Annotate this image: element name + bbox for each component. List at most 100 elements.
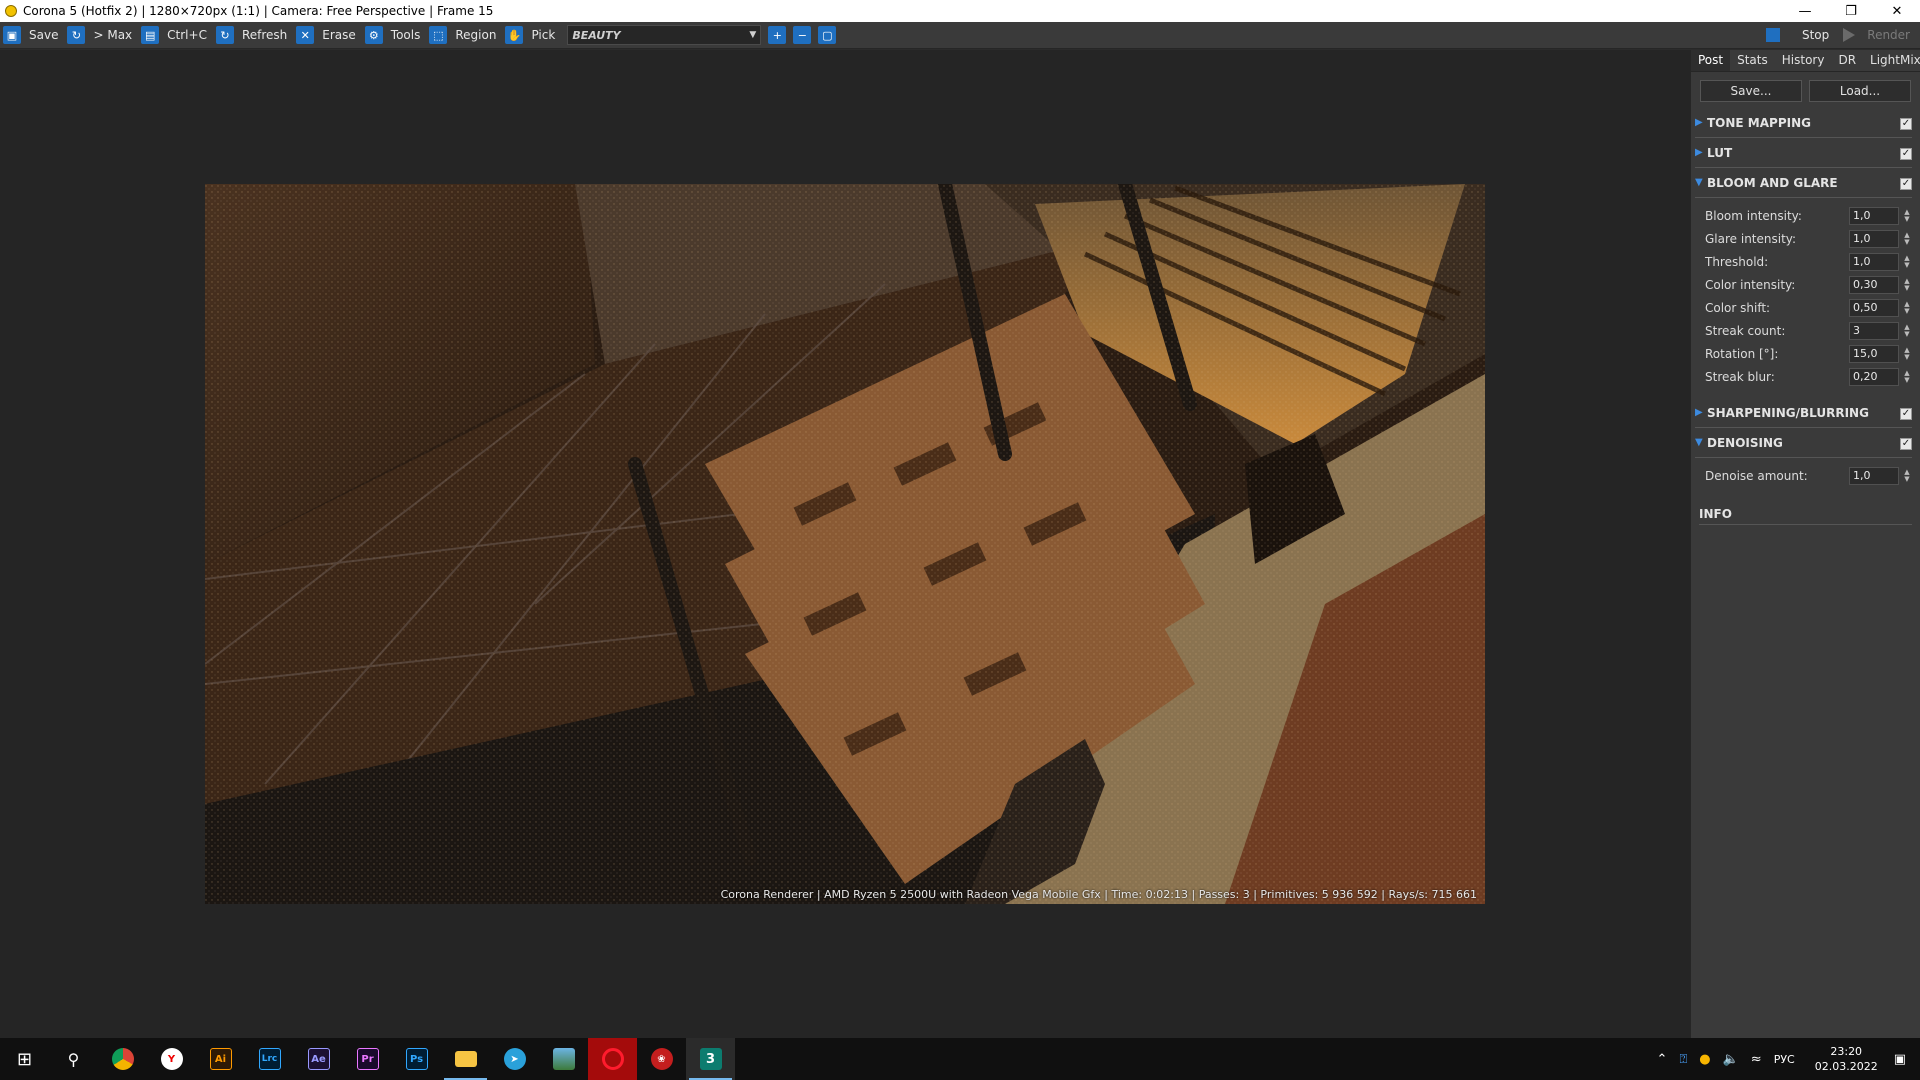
lut-checkbox[interactable]: ✓ xyxy=(1900,148,1912,160)
window-title: Corona 5 (Hotfix 2) | 1280×720px (1:1) |… xyxy=(23,4,494,18)
bloom-intensity-input[interactable]: 1,0 xyxy=(1849,206,1899,225)
rendered-image: Corona Renderer | AMD Ryzen 5 2500U with… xyxy=(205,184,1485,904)
param-threshold: Threshold: 1,0 ▲ ▼ xyxy=(1705,250,1912,273)
erase-button[interactable]: ✕ Erase xyxy=(293,22,362,49)
load-settings-button[interactable]: Load... xyxy=(1809,80,1911,102)
rotation-input[interactable]: 15,0 xyxy=(1849,344,1899,363)
spinner-icon[interactable]: ▲ ▼ xyxy=(1902,300,1912,315)
glare-intensity-input[interactable]: 1,0 xyxy=(1849,229,1899,248)
taskbar-app[interactable]: ❀ xyxy=(637,1038,686,1080)
section-lut[interactable]: ▶ LUT ✓ xyxy=(1695,138,1912,168)
taskbar-photoshop[interactable]: Ps xyxy=(392,1038,441,1080)
wifi-icon[interactable]: ≈ xyxy=(1751,1052,1762,1067)
render-pass-dropdown[interactable]: BEAUTY ▼ xyxy=(567,25,762,45)
taskbar-chrome[interactable] xyxy=(98,1038,147,1080)
pick-button[interactable]: ✋ Pick xyxy=(502,22,561,49)
telegram-icon: ➤ xyxy=(503,1048,526,1070)
yandex-icon: Y xyxy=(160,1048,183,1070)
color-intensity-input[interactable]: 0,30 xyxy=(1849,275,1899,294)
start-button[interactable]: ⊞ xyxy=(0,1038,49,1080)
save-icon: ▣ xyxy=(3,26,21,44)
spinner-icon[interactable]: ▲ ▼ xyxy=(1902,369,1912,384)
erase-icon: ✕ xyxy=(296,26,315,44)
denoising-checkbox[interactable]: ✓ xyxy=(1900,438,1912,450)
color-shift-input[interactable]: 0,50 xyxy=(1849,298,1899,317)
spinner-icon[interactable]: ▲ ▼ xyxy=(1902,254,1912,269)
collapse-arrow-icon: ▼ xyxy=(1695,177,1703,188)
spinner-icon[interactable]: ▲ ▼ xyxy=(1902,468,1912,483)
play-icon xyxy=(1843,28,1856,42)
taskbar-premiere[interactable]: Pr xyxy=(343,1038,392,1080)
taskbar-telegram[interactable]: ➤ xyxy=(490,1038,539,1080)
spinner-icon[interactable]: ▲ ▼ xyxy=(1902,277,1912,292)
stop-button[interactable]: Stop xyxy=(1762,22,1839,49)
restore-icon[interactable]: ❐ xyxy=(1828,0,1874,22)
tab-lightmix[interactable]: LightMix xyxy=(1863,50,1920,71)
clock[interactable]: 23:20 02.03.2022 xyxy=(1815,1044,1878,1074)
collapse-arrow-icon: ▼ xyxy=(1695,437,1703,448)
taskbar-illustrator[interactable]: Ai xyxy=(196,1038,245,1080)
taskbar-file-explorer[interactable] xyxy=(441,1038,490,1080)
spinner-icon[interactable]: ▲ ▼ xyxy=(1902,231,1912,246)
gear-icon: ⚙ xyxy=(364,26,383,44)
system-tray: ⌃ ⍰ ● 🔈 ≈ РУС 23:20 02.03.2022 ▣ xyxy=(1651,1038,1920,1080)
bloom-glare-params: Bloom intensity: 1,0 ▲ ▼ Glare intensity: 1,… xyxy=(1691,198,1920,398)
photoshop-icon: Ps xyxy=(405,1048,428,1070)
param-denoise-amount: Denoise amount: 1,0 ▲ ▼ xyxy=(1705,464,1912,487)
section-denoising[interactable]: ▼ DENOISING ✓ xyxy=(1695,428,1912,458)
tab-history[interactable]: History xyxy=(1775,50,1832,71)
bloom-glare-checkbox[interactable]: ✓ xyxy=(1900,178,1912,190)
zoom-fit-icon[interactable]: ▢ xyxy=(818,26,837,44)
taskbar-yandex[interactable]: Y xyxy=(147,1038,196,1080)
windows-taskbar: ⊞ ⚲ Y Ai Lrc Ae Pr Ps ➤ ❀ 3 ⌃ ⍰ ● 🔈 ≈ РУ… xyxy=(0,1038,1920,1080)
taskbar-photos[interactable] xyxy=(539,1038,588,1080)
spinner-icon[interactable]: ▲ ▼ xyxy=(1902,208,1912,223)
illustrator-icon: Ai xyxy=(209,1048,232,1070)
send-to-max-button[interactable]: ↻ > Max xyxy=(64,22,138,49)
denoise-amount-input[interactable]: 1,0 xyxy=(1849,466,1899,485)
streak-count-input[interactable]: 3 xyxy=(1849,321,1899,340)
spinner-icon[interactable]: ▲ ▼ xyxy=(1902,346,1912,361)
chevron-up-icon[interactable]: ⌃ xyxy=(1657,1052,1668,1067)
photos-icon xyxy=(552,1048,575,1070)
render-button[interactable]: Render xyxy=(1839,22,1920,49)
bluetooth-icon[interactable]: ⍰ xyxy=(1679,1052,1687,1067)
denoising-params: Denoise amount: 1,0 ▲ ▼ xyxy=(1691,458,1920,497)
render-viewport[interactable]: Corona Renderer | AMD Ryzen 5 2500U with… xyxy=(0,50,1690,1038)
save-settings-button[interactable]: Save... xyxy=(1700,80,1802,102)
taskbar-lightroom[interactable]: Lrc xyxy=(245,1038,294,1080)
save-button[interactable]: ▣ Save xyxy=(0,22,64,49)
tab-dr[interactable]: DR xyxy=(1831,50,1863,71)
post-panel: Post Stats History DR LightMix Save... L… xyxy=(1690,50,1920,1038)
threshold-input[interactable]: 1,0 xyxy=(1849,252,1899,271)
app-tray-icon[interactable]: ● xyxy=(1699,1052,1710,1067)
streak-blur-input[interactable]: 0,20 xyxy=(1849,367,1899,386)
copy-button[interactable]: ▤ Ctrl+C xyxy=(138,22,213,49)
zoom-in-icon[interactable]: + xyxy=(768,26,787,44)
tone-mapping-checkbox[interactable]: ✓ xyxy=(1900,118,1912,130)
sharpening-checkbox[interactable]: ✓ xyxy=(1900,408,1912,420)
taskbar-3ds-max[interactable]: 3 xyxy=(686,1038,735,1080)
language-indicator[interactable]: РУС xyxy=(1774,1053,1795,1066)
tab-post[interactable]: Post xyxy=(1691,50,1731,71)
close-icon[interactable]: ✕ xyxy=(1874,0,1920,22)
volume-icon[interactable]: 🔈 xyxy=(1723,1052,1739,1067)
opera-icon xyxy=(601,1048,624,1070)
zoom-out-icon[interactable]: − xyxy=(793,26,812,44)
taskbar-after-effects[interactable]: Ae xyxy=(294,1038,343,1080)
notifications-icon[interactable]: ▣ xyxy=(1894,1052,1906,1067)
tools-button[interactable]: ⚙ Tools xyxy=(362,22,427,49)
tab-stats[interactable]: Stats xyxy=(1730,50,1775,71)
section-info[interactable]: INFO xyxy=(1699,507,1912,525)
taskbar-opera[interactable] xyxy=(588,1038,637,1080)
section-sharpening[interactable]: ▶ SHARPENING/BLURRING ✓ xyxy=(1695,398,1912,428)
chevron-down-icon: ▼ xyxy=(749,30,757,40)
hand-icon: ✋ xyxy=(505,26,524,44)
refresh-button[interactable]: ↻ Refresh xyxy=(213,22,293,49)
spinner-icon[interactable]: ▲ ▼ xyxy=(1902,323,1912,338)
section-tone-mapping[interactable]: ▶ TONE MAPPING ✓ xyxy=(1695,108,1912,138)
section-bloom-glare[interactable]: ▼ BLOOM AND GLARE ✓ xyxy=(1695,168,1912,198)
region-button[interactable]: ⬚ Region xyxy=(426,22,502,49)
search-button[interactable]: ⚲ xyxy=(49,1038,98,1080)
minimize-icon[interactable]: — xyxy=(1782,0,1828,22)
